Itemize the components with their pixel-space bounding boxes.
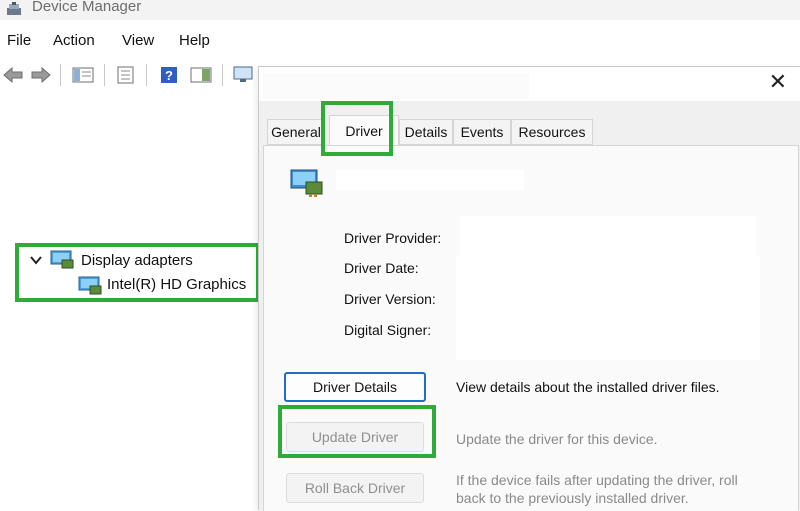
display-adapter-icon: [290, 169, 323, 197]
back-arrow-icon[interactable]: [2, 66, 24, 84]
label-driver-version: Driver Version:: [344, 291, 436, 307]
properties-icon[interactable]: [116, 66, 136, 84]
tab-general[interactable]: General: [267, 119, 325, 145]
menu-view[interactable]: View: [122, 32, 154, 49]
monitor-icon[interactable]: [232, 66, 254, 84]
update-driver-button[interactable]: Update Driver: [286, 422, 424, 452]
show-hide-tree-icon[interactable]: [72, 66, 94, 84]
view-pane-icon[interactable]: [190, 66, 212, 84]
label-driver-provider: Driver Provider:: [344, 230, 442, 246]
tree-category-display-adapters[interactable]: Display adapters: [81, 252, 193, 269]
redacted-driver-values: [456, 256, 760, 360]
tab-events[interactable]: Events: [453, 119, 511, 145]
toolbar-separator: [146, 64, 147, 86]
toolbar: ?: [0, 60, 260, 90]
update-driver-description: Update the driver for this device.: [456, 431, 658, 447]
menu-file[interactable]: File: [7, 32, 31, 49]
dialog-titlebar: ✕: [259, 67, 800, 101]
window-title: Device Manager: [32, 0, 142, 15]
device-tree: Display adapters Intel(R) HD Graphics: [0, 92, 262, 509]
chevron-down-icon[interactable]: [30, 255, 42, 265]
toolbar-separator: [104, 64, 105, 86]
menu-bar: File Action View Help: [0, 28, 800, 54]
device-manager-icon: [7, 2, 21, 15]
driver-details-description: View details about the installed driver …: [456, 379, 720, 395]
driver-details-button[interactable]: Driver Details: [284, 372, 426, 402]
redacted-device-name: [336, 170, 524, 190]
redacted-device-name: [263, 73, 529, 99]
menu-help[interactable]: Help: [179, 32, 210, 49]
tab-driver[interactable]: Driver: [329, 115, 399, 145]
forward-arrow-icon[interactable]: [30, 66, 52, 84]
svg-text:?: ?: [165, 68, 173, 83]
label-driver-date: Driver Date:: [344, 260, 419, 276]
redacted-driver-values: [460, 216, 756, 258]
label-digital-signer: Digital Signer:: [344, 322, 432, 338]
roll-back-description-line1: If the device fails after updating the d…: [456, 472, 738, 488]
display-adapter-icon: [50, 250, 74, 269]
window-titlebar: Device Manager: [0, 0, 800, 20]
roll-back-driver-button[interactable]: Roll Back Driver: [286, 473, 424, 503]
tab-resources[interactable]: Resources: [511, 119, 593, 145]
driver-tab-panel: Driver Provider: Driver Date: Driver Ver…: [263, 145, 799, 511]
graphics-card-icon: [78, 276, 102, 295]
properties-dialog: ✕ General Driver Details Events Resource…: [258, 66, 800, 511]
toolbar-separator: [222, 64, 223, 86]
help-icon[interactable]: ?: [160, 66, 178, 84]
roll-back-description-line2: back to the previously installed driver.: [456, 490, 689, 506]
toolbar-separator: [60, 64, 61, 86]
close-icon[interactable]: ✕: [769, 71, 787, 93]
menu-action[interactable]: Action: [53, 32, 95, 49]
tree-device-intel-hd-graphics[interactable]: Intel(R) HD Graphics: [107, 276, 246, 293]
tab-details[interactable]: Details: [399, 119, 453, 145]
